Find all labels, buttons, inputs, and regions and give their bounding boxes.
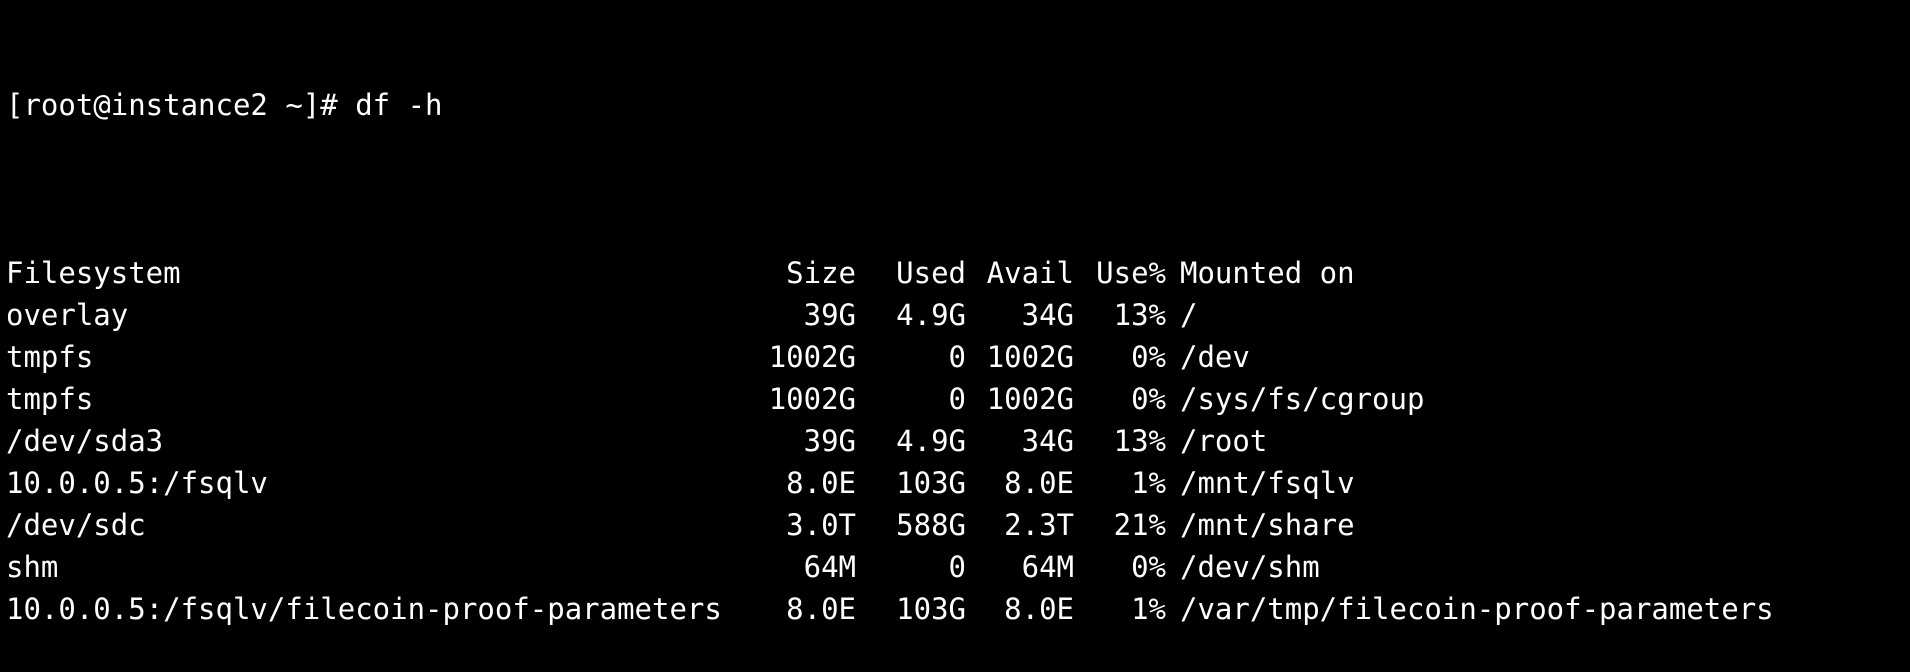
row-1-use-pct: 0%	[1131, 340, 1166, 374]
shell-prompt: [root@instance2 ~]#	[6, 88, 356, 122]
row-1-avail: 1002G	[986, 340, 1074, 374]
header-mounted-on: Mounted on	[1180, 256, 1355, 290]
row-5-filesystem: /dev/sdc	[6, 508, 146, 542]
header-used: Used	[896, 256, 966, 290]
row-6-mounted-on: /dev/shm	[1180, 550, 1320, 584]
row-5-mounted-on: /mnt/share	[1180, 508, 1355, 542]
row-7-use-pct: 1%	[1131, 592, 1166, 626]
row-7-avail: 8.0E	[1004, 592, 1074, 626]
row-5-size: 3.0T	[786, 508, 856, 542]
row-3-use-pct: 13%	[1113, 424, 1166, 458]
row-6-filesystem: shm	[6, 550, 59, 584]
row-6-used: 0	[948, 550, 966, 584]
header-filesystem: Filesystem	[6, 256, 181, 290]
row-5-used: 588G	[896, 508, 966, 542]
row-4-mounted-on: /mnt/fsqlv	[1180, 466, 1355, 500]
row-5-use-pct: 21%	[1113, 508, 1166, 542]
row-2-filesystem: tmpfs	[6, 382, 94, 416]
row-4-use-pct: 1%	[1131, 466, 1166, 500]
row-4-avail: 8.0E	[1004, 466, 1074, 500]
header-avail: Avail	[986, 256, 1074, 290]
row-1-mounted-on: /dev	[1180, 340, 1250, 374]
row-7-filesystem: 10.0.0.5:/fsqlv/filecoin-proof-parameter…	[6, 592, 722, 626]
row-1-filesystem: tmpfs	[6, 340, 94, 374]
row-3-avail: 34G	[1021, 424, 1074, 458]
row-6-size: 64M	[803, 550, 856, 584]
row-7-size: 8.0E	[786, 592, 856, 626]
row-0-filesystem: overlay	[6, 298, 129, 332]
row-2-size: 1002G	[768, 382, 856, 416]
row-4-filesystem: 10.0.0.5:/fsqlv	[6, 466, 268, 500]
row-3-size: 39G	[803, 424, 856, 458]
row-4-size: 8.0E	[786, 466, 856, 500]
df-output-table: Filesystem Size Used Avail Use% Mounted …	[6, 252, 1910, 630]
row-5-avail: 2.3T	[1004, 508, 1074, 542]
row-0-mounted-on: /	[1180, 298, 1198, 332]
row-2-avail: 1002G	[986, 382, 1074, 416]
row-0-used: 4.9G	[896, 298, 966, 332]
row-1-size: 1002G	[768, 340, 856, 374]
row-3-mounted-on: /root	[1180, 424, 1268, 458]
row-0-size: 39G	[803, 298, 856, 332]
header-use-pct: Use%	[1096, 256, 1166, 290]
row-2-use-pct: 0%	[1131, 382, 1166, 416]
terminal-window[interactable]: [root@instance2 ~]# df -h Filesystem Siz…	[0, 0, 1910, 626]
row-6-avail: 64M	[1021, 550, 1074, 584]
row-3-filesystem: /dev/sda3	[6, 424, 164, 458]
header-size: Size	[786, 256, 856, 290]
row-1-used: 0	[948, 340, 966, 374]
row-4-used: 103G	[896, 466, 966, 500]
row-0-avail: 34G	[1021, 298, 1074, 332]
row-3-used: 4.9G	[896, 424, 966, 458]
row-7-mounted-on: /var/tmp/filecoin-proof-parameters	[1180, 592, 1774, 626]
row-7-used: 103G	[896, 592, 966, 626]
row-6-use-pct: 0%	[1131, 550, 1166, 584]
row-0-use-pct: 13%	[1113, 298, 1166, 332]
typed-command: df -h	[355, 88, 443, 122]
command-line: [root@instance2 ~]# df -h	[6, 84, 1910, 126]
row-2-mounted-on: /sys/fs/cgroup	[1180, 382, 1425, 416]
row-2-used: 0	[948, 382, 966, 416]
